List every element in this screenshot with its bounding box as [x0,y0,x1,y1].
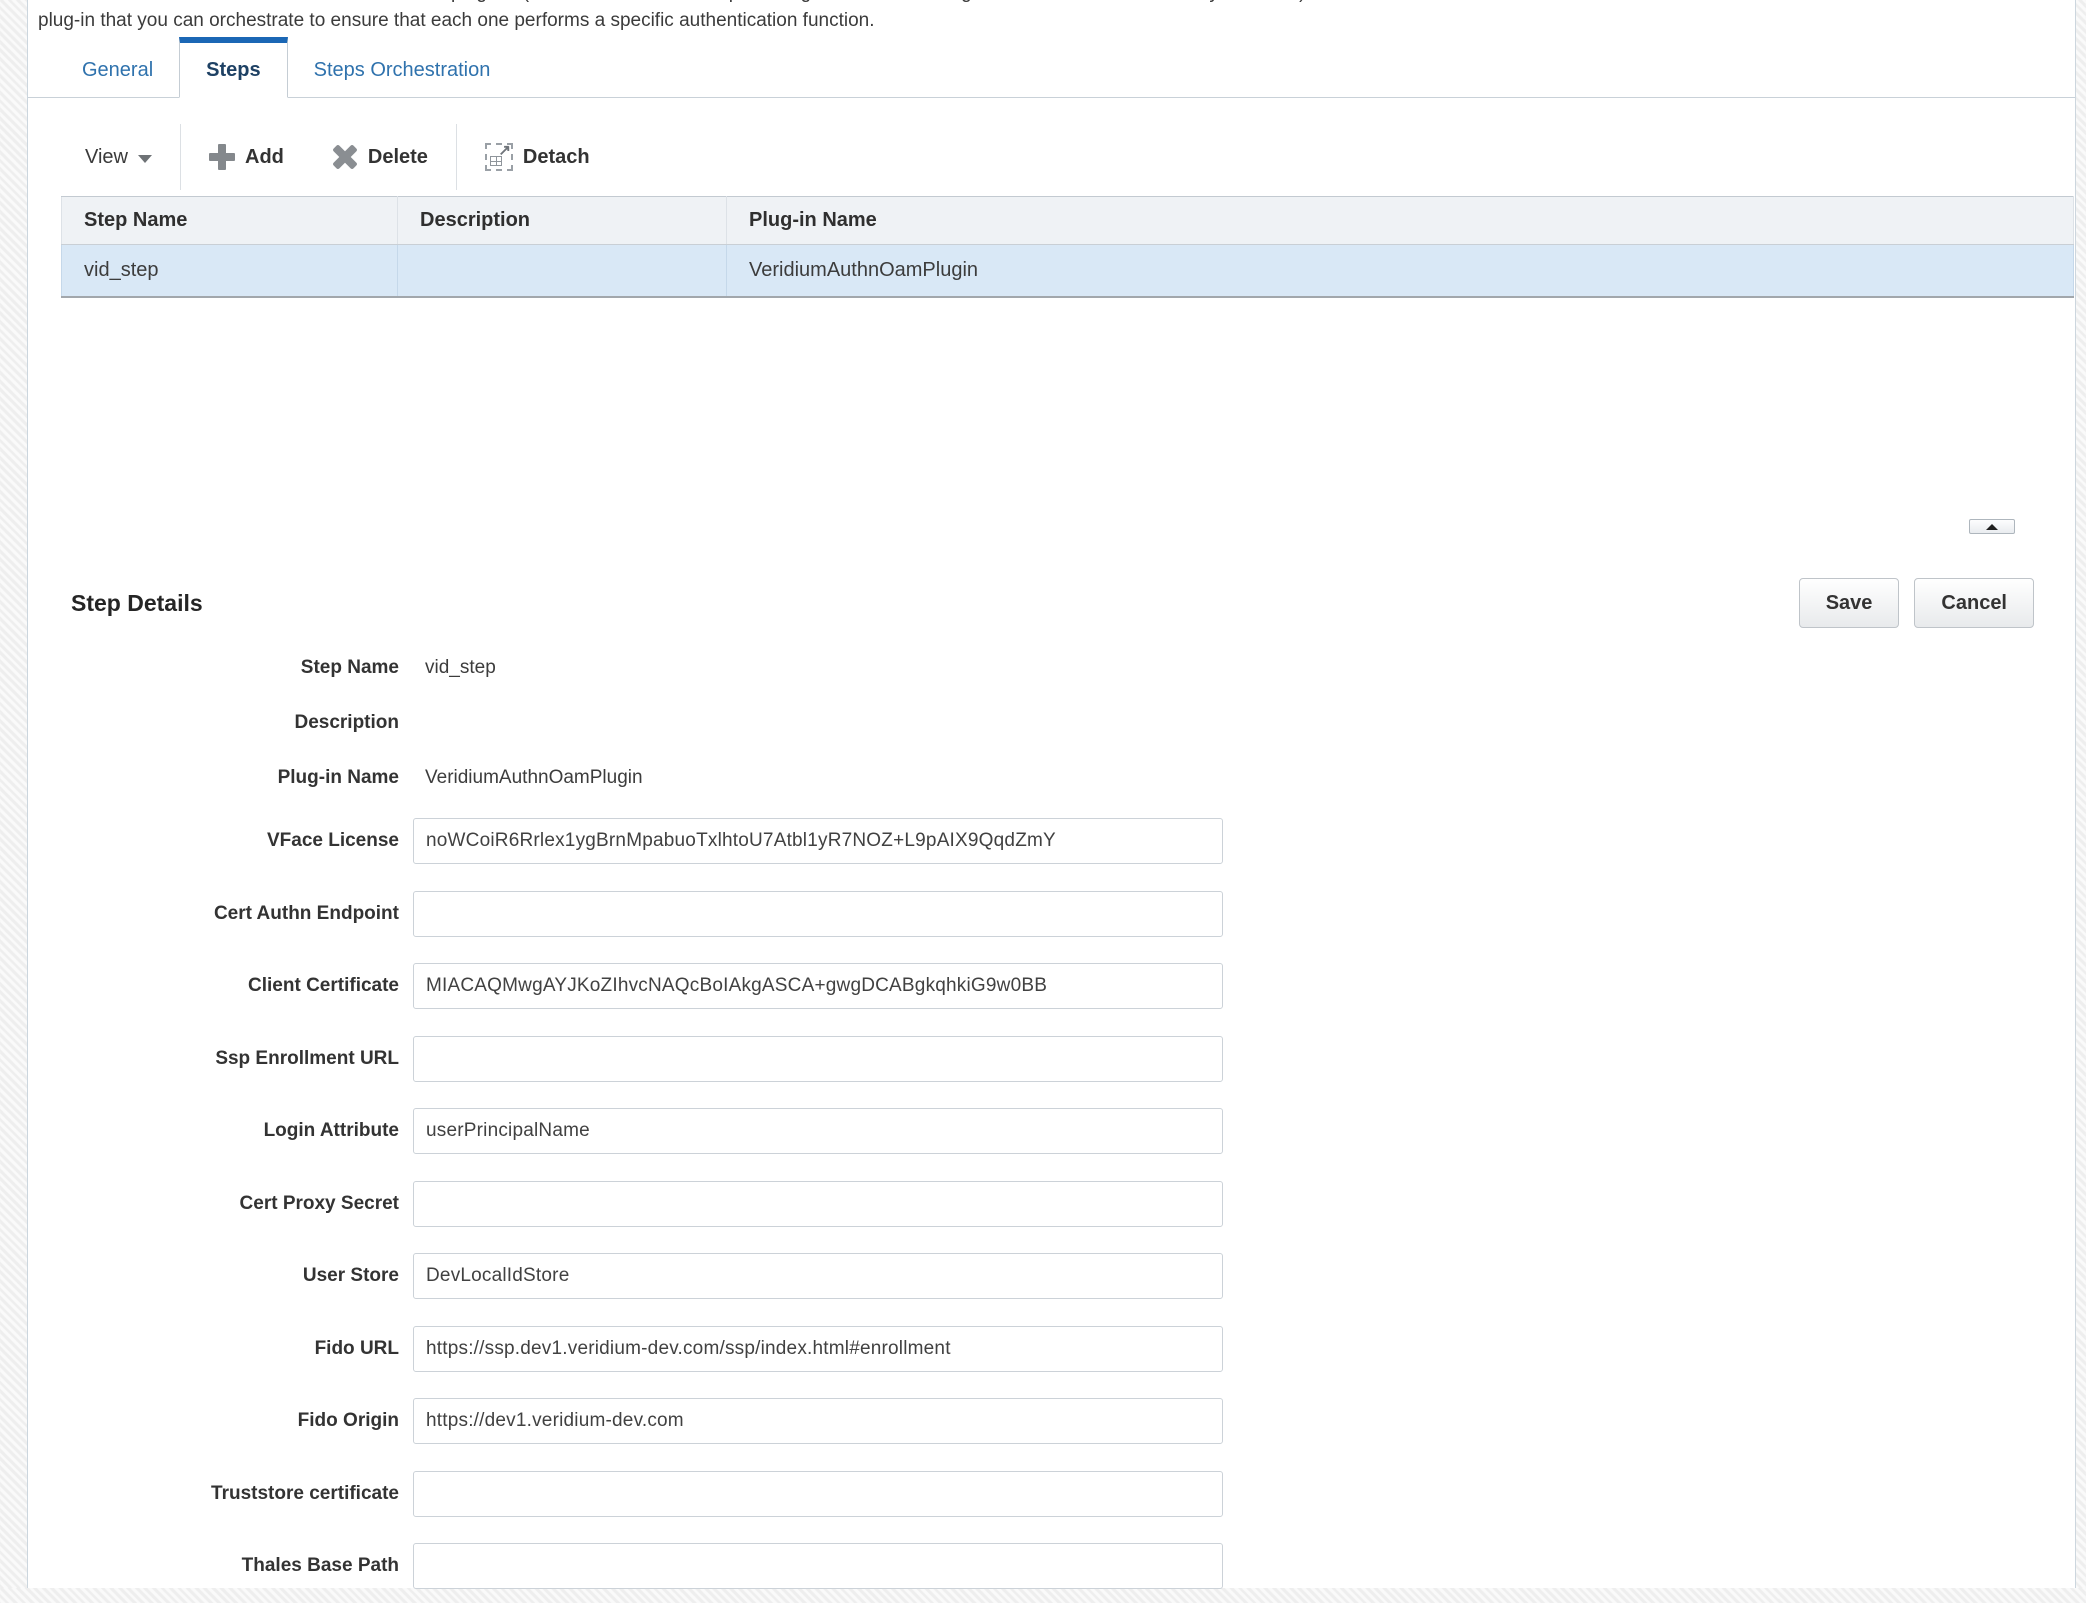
tab-steps[interactable]: Steps [179,37,287,98]
collapse-panel-button[interactable] [1969,519,2015,534]
description-line-2: plug-in that you can orchestrate to ensu… [38,7,2065,35]
step-details-form: Step Name vid_step Description Plug-in N… [28,640,2075,1603]
form-row-ssp-enrollment-url: Ssp Enrollment URL [28,1023,2075,1096]
field-input-cert-proxy-secret[interactable] [413,1181,1223,1227]
toolbar-separator [456,124,457,190]
field-label-thales-base-path: Thales Base Path [28,1555,399,1577]
detach-button-label: Detach [523,146,590,169]
add-button-label: Add [245,146,284,169]
form-row-user-store: User Store [28,1240,2075,1313]
column-header-step-name[interactable]: Step Name [62,197,398,245]
form-row-fido-origin: Fido Origin [28,1385,2075,1458]
form-row-cert-proxy-secret: Cert Proxy Secret [28,1168,2075,1241]
field-input-login-attribute[interactable] [413,1108,1223,1154]
field-input-vface-license[interactable] [413,818,1223,864]
form-row-plug-in-name: Plug-in Name VeridiumAuthnOamPlugin [28,750,2075,805]
add-button[interactable]: Add [185,144,308,170]
detach-button[interactable]: ↗ Detach [461,143,614,171]
form-row-cert-authn-endpoint: Cert Authn Endpoint [28,878,2075,951]
field-label-ssp-enrollment-url: Ssp Enrollment URL [28,1048,399,1070]
tab-general[interactable]: General [56,37,179,98]
add-icon [209,144,235,170]
steps-table: Step Name Description Plug-in Name vid_s… [61,196,2074,298]
field-label-truststore-certificate: Truststore certificate [28,1483,399,1505]
field-label-step-name: Step Name [28,657,399,679]
form-row-truststore-certificate: Truststore certificate [28,1458,2075,1531]
form-row-step-name: Step Name vid_step [28,640,2075,695]
form-row-fido-url: Fido URL [28,1313,2075,1386]
toolbar-separator [180,124,181,190]
field-input-thales-base-path[interactable] [413,1543,1223,1589]
field-label-description: Description [28,712,399,734]
module-panel: Custom Authentication Module relies on b… [27,0,2076,1588]
delete-icon [332,144,358,170]
cell-plugin-name: VeridiumAuthnOamPlugin [727,245,2074,297]
form-row-description: Description [28,695,2075,750]
field-label-cert-proxy-secret: Cert Proxy Secret [28,1193,399,1215]
column-header-description[interactable]: Description [398,197,727,245]
field-label-cert-authn-endpoint: Cert Authn Endpoint [28,903,399,925]
save-button[interactable]: Save [1799,578,1900,628]
field-label-vface-license: VFace License [28,830,399,852]
step-details-title: Step Details [71,590,203,617]
field-input-fido-url[interactable] [413,1326,1223,1372]
field-input-client-certificate[interactable] [413,963,1223,1009]
table-toolbar: View Add Delete ↗ Detach [61,120,614,194]
field-input-fido-origin[interactable] [413,1398,1223,1444]
field-label-fido-origin: Fido Origin [28,1410,399,1432]
field-value-description [413,712,425,733]
field-input-truststore-certificate[interactable] [413,1471,1223,1517]
delete-button[interactable]: Delete [308,144,452,170]
steps-table-header: Step Name Description Plug-in Name [62,197,2074,245]
field-label-user-store: User Store [28,1265,399,1287]
field-value-step-name: vid_step [413,657,496,678]
form-row-thales-base-path: Thales Base Path [28,1530,2075,1603]
tab-steps-orchestration[interactable]: Steps Orchestration [288,37,517,98]
delete-button-label: Delete [368,146,428,169]
field-label-login-attribute: Login Attribute [28,1120,399,1142]
view-menu-label: View [85,146,128,169]
field-input-cert-authn-endpoint[interactable] [413,891,1223,937]
field-input-user-store[interactable] [413,1253,1223,1299]
form-row-client-certificate: Client Certificate [28,950,2075,1023]
tab-bar: GeneralStepsSteps Orchestration [28,37,2075,98]
detach-icon: ↗ [485,143,513,171]
column-header-plugin-name[interactable]: Plug-in Name [727,197,2074,245]
description-line-1: Custom Authentication Module relies on b… [38,0,2065,7]
cancel-button[interactable]: Cancel [1914,578,2034,628]
field-label-plug-in-name: Plug-in Name [28,767,399,789]
form-row-login-attribute: Login Attribute [28,1095,2075,1168]
field-input-ssp-enrollment-url[interactable] [413,1036,1223,1082]
field-label-client-certificate: Client Certificate [28,975,399,997]
field-label-fido-url: Fido URL [28,1338,399,1360]
view-menu-button[interactable]: View [61,146,176,169]
chevron-down-icon [138,155,152,163]
details-actions: Save Cancel [1799,578,2034,628]
module-description: Custom Authentication Module relies on b… [38,0,2065,35]
table-row[interactable]: vid_step VeridiumAuthnOamPlugin [62,245,2074,297]
cell-step-name: vid_step [62,245,398,297]
field-value-plug-in-name: VeridiumAuthnOamPlugin [413,767,643,788]
form-row-vface-license: VFace License [28,805,2075,878]
cell-description [398,245,727,297]
collapse-arrow-icon [1986,524,1998,530]
